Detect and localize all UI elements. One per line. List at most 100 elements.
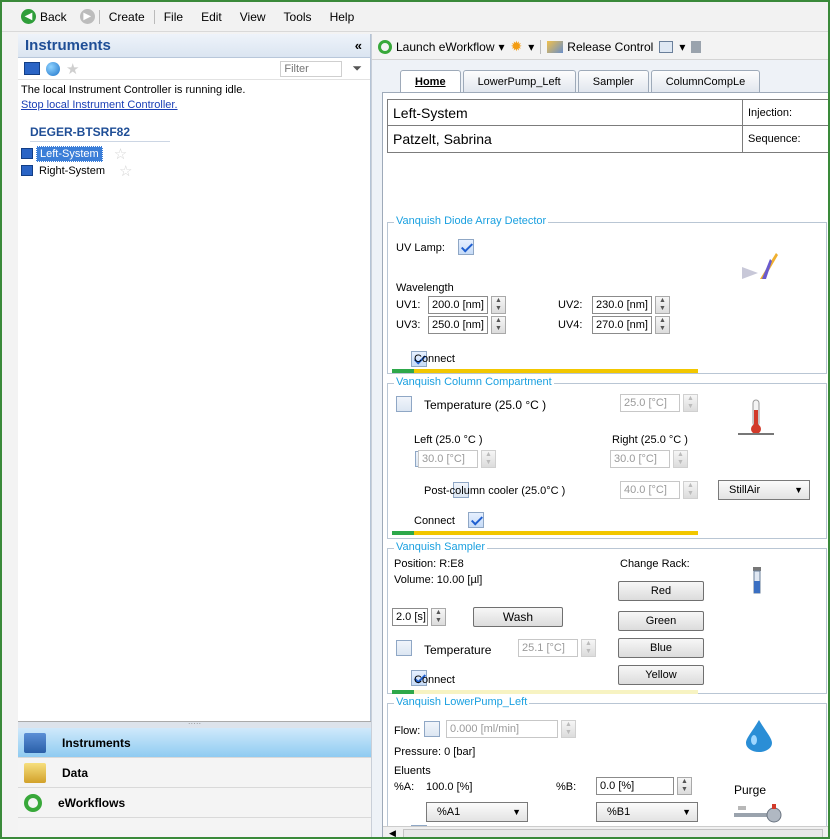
spin-arrows-icon[interactable]: ▲ ▼: [561, 720, 576, 738]
uv1-stepper[interactable]: ▲▼: [428, 296, 506, 314]
favorite-star-icon[interactable]: ★: [66, 60, 79, 78]
uv-lamp-checkbox[interactable]: [458, 239, 474, 255]
spin-arrows-icon[interactable]: ▲ ▼: [683, 394, 698, 412]
rack-red-button[interactable]: Red: [618, 581, 704, 601]
spin-arrows-icon[interactable]: ▲ ▼: [673, 450, 688, 468]
spin-arrows-icon[interactable]: ▲ ▼: [431, 608, 446, 626]
column-compartment-group: Vanquish Column Compartment Temperature …: [387, 376, 827, 539]
release-control-button[interactable]: Release Control: [547, 40, 653, 54]
eluent-b-input[interactable]: [596, 777, 674, 795]
uv4-input[interactable]: [592, 316, 652, 334]
post-column-stepper[interactable]: ▲▼: [620, 481, 698, 499]
spin-arrows-icon[interactable]: ▲ ▼: [655, 316, 670, 334]
sun-icon[interactable]: ✹: [511, 38, 523, 55]
filter-funnel-icon[interactable]: ⏷: [352, 61, 362, 76]
back-button[interactable]: ◀ Back: [12, 9, 76, 24]
collapse-panel-button[interactable]: «: [355, 38, 362, 53]
monitor-icon[interactable]: [24, 62, 40, 75]
flow-input[interactable]: [446, 720, 558, 738]
rack-green-button[interactable]: Green: [618, 611, 704, 631]
monitor-icon[interactable]: [659, 40, 674, 53]
uv3-input[interactable]: [428, 316, 488, 334]
nav-instruments[interactable]: Instruments: [18, 728, 371, 758]
rack-blue-button[interactable]: Blue: [618, 638, 704, 658]
eluent-b-dropdown[interactable]: %B1 ▼: [596, 802, 698, 822]
dropdown-arrow-icon[interactable]: ▾: [528, 40, 534, 54]
sampler-temperature-stepper[interactable]: ▲▼: [518, 639, 596, 657]
post-column-input[interactable]: [620, 481, 680, 499]
cooler-mode-dropdown[interactable]: StillAir ▼: [718, 480, 810, 500]
spin-arrows-icon[interactable]: ▲ ▼: [655, 296, 670, 314]
horizontal-scrollbar[interactable]: ◀: [383, 826, 828, 837]
navigation-pane: ····· Instruments Data eWorkflows: [18, 720, 371, 837]
sampler-temperature-checkbox[interactable]: [396, 640, 412, 656]
app-window: ◀ Back ▶ Create File Edit View Tools Hel…: [0, 0, 830, 839]
purge-label: Purge: [734, 783, 767, 797]
change-rack-label: Change Rack:: [620, 558, 690, 570]
tree-item-left-system[interactable]: Left-System ☆: [18, 145, 370, 163]
spin-arrows-icon[interactable]: ▲ ▼: [677, 777, 692, 795]
forward-button[interactable]: ▶: [76, 9, 99, 24]
temperature-checkbox[interactable]: [396, 396, 412, 412]
column-connect-checkbox[interactable]: [468, 512, 485, 528]
filter-input[interactable]: [280, 60, 343, 77]
tab-home[interactable]: Home: [400, 70, 461, 93]
wavelength-label: Wavelength: [396, 282, 454, 294]
temperature-stepper[interactable]: ▲▼: [620, 394, 698, 412]
tab-columncompl[interactable]: ColumnCompLe: [650, 70, 761, 92]
temperature-input[interactable]: [620, 394, 680, 412]
spin-arrows-icon[interactable]: ▲ ▼: [491, 296, 506, 314]
spin-arrows-icon[interactable]: ▲ ▼: [683, 481, 698, 499]
wash-button[interactable]: Wash: [473, 607, 563, 627]
spin-arrows-icon[interactable]: ▲ ▼: [481, 450, 496, 468]
purge-toggle-icon[interactable]: [732, 800, 784, 824]
nav-label: Data: [62, 765, 89, 780]
droplet-icon: [746, 720, 772, 752]
spin-arrows-icon[interactable]: ▲ ▼: [581, 639, 596, 657]
uv4-stepper[interactable]: ▲▼: [592, 316, 670, 334]
uv2-stepper[interactable]: ▲▼: [592, 296, 670, 314]
left-temp-input[interactable]: [418, 450, 478, 468]
right-temp-label: Right (25.0 °C ): [612, 434, 688, 446]
sampler-temperature-input[interactable]: [518, 639, 578, 657]
launch-eworkflow-button[interactable]: Launch eWorkflow ▾: [378, 39, 505, 54]
favorite-star-icon[interactable]: ☆: [119, 162, 132, 180]
wash-time-input[interactable]: [392, 608, 428, 626]
eluent-a-dropdown[interactable]: %A1 ▼: [426, 802, 528, 822]
favorite-star-icon[interactable]: ☆: [114, 145, 127, 163]
flow-checkbox[interactable]: [424, 721, 440, 737]
menu-tools[interactable]: Tools: [275, 10, 321, 24]
menu-create[interactable]: Create: [100, 10, 154, 24]
uv-lamp-label: UV Lamp:: [396, 242, 445, 254]
tab-lowerpump-left[interactable]: LowerPump_Left: [462, 70, 576, 92]
dropdown-arrow-icon[interactable]: ▾: [679, 40, 685, 54]
right-temp-input[interactable]: [610, 450, 670, 468]
uv1-input[interactable]: [428, 296, 488, 314]
release-control-icon: [547, 40, 564, 53]
scroll-left-icon[interactable]: ◀: [389, 828, 396, 837]
menu-view[interactable]: View: [231, 10, 275, 24]
eluent-b-stepper[interactable]: ▲▼: [596, 777, 692, 795]
flow-stepper[interactable]: ▲▼: [446, 720, 576, 738]
left-temp-stepper[interactable]: ▲▼: [418, 450, 496, 468]
filter-box: ⏷: [280, 60, 370, 77]
scroll-thumb[interactable]: [403, 829, 823, 837]
uv3-label: UV3:: [396, 319, 421, 331]
nav-data[interactable]: Data: [18, 758, 371, 788]
uv2-input[interactable]: [592, 296, 652, 314]
globe-icon[interactable]: [46, 61, 60, 76]
right-temp-stepper[interactable]: ▲▼: [610, 450, 688, 468]
wash-time-stepper[interactable]: ▲▼: [392, 608, 446, 626]
spin-arrows-icon[interactable]: ▲ ▼: [491, 316, 506, 334]
menu-file[interactable]: File: [155, 10, 192, 24]
more-toolbar-icon[interactable]: [691, 40, 702, 53]
menu-help[interactable]: Help: [321, 10, 364, 24]
tree-item-right-system[interactable]: Right-System ☆: [18, 162, 370, 180]
tab-sampler[interactable]: Sampler: [577, 70, 649, 92]
rack-yellow-button[interactable]: Yellow: [618, 665, 704, 685]
light-beam-icon: [742, 253, 778, 279]
stop-controller-link[interactable]: Stop local Instrument Controller.: [18, 98, 370, 113]
menu-edit[interactable]: Edit: [192, 10, 231, 24]
nav-eworkflows[interactable]: eWorkflows: [18, 788, 371, 818]
uv3-stepper[interactable]: ▲▼: [428, 316, 506, 334]
